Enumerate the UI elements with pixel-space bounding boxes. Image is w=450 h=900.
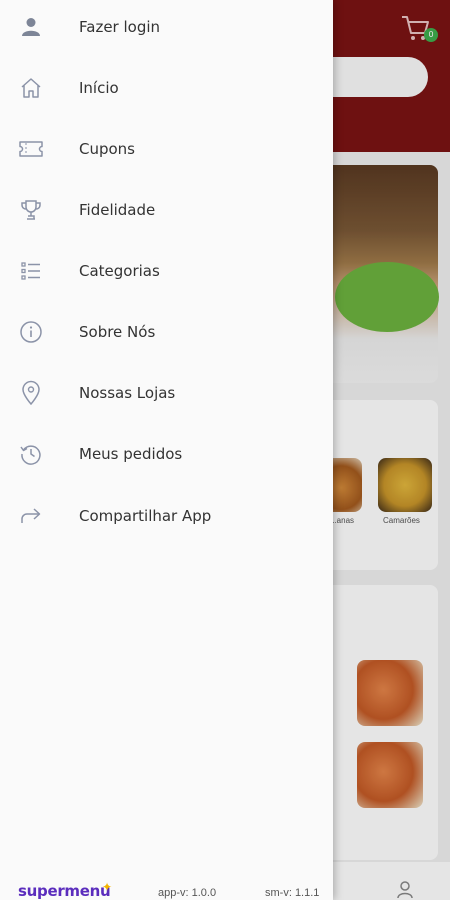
product-thumb[interactable]	[357, 660, 423, 726]
history-icon	[18, 441, 44, 467]
user-icon	[397, 881, 413, 899]
menu-item-login[interactable]: Fazer login	[0, 1, 333, 53]
menu-item-home[interactable]: Início	[0, 62, 333, 114]
location-pin-icon	[18, 380, 44, 406]
menu-item-label: Nossas Lojas	[79, 384, 176, 402]
brand-logo: supermenu	[18, 882, 111, 900]
menu-item-categories[interactable]: Categorias	[0, 245, 333, 297]
menu-item-label: Compartilhar App	[79, 507, 212, 525]
list-icon	[18, 258, 44, 284]
category-label: ...anas	[330, 516, 355, 525]
ticket-icon	[18, 136, 44, 162]
menu-item-label: Meus pedidos	[79, 445, 183, 463]
trophy-icon	[18, 197, 44, 223]
cart-badge: 0	[424, 28, 438, 42]
category-thumb[interactable]	[378, 458, 432, 512]
sm-version: sm-v: 1.1.1	[265, 887, 320, 899]
profile-tab[interactable]	[396, 880, 414, 899]
menu-item-label: Cupons	[79, 140, 136, 158]
brand-star-icon: ✦	[102, 880, 113, 894]
menu-item-loyalty[interactable]: Fidelidade	[0, 184, 333, 236]
drawer-footer: supermenu ✦ app-v: 1.0.0 sm-v: 1.1.1	[0, 876, 333, 900]
menu-item-label: Fazer login	[79, 18, 161, 36]
menu-item-label: Sobre Nós	[79, 323, 156, 341]
category-label: Camarões	[383, 516, 420, 525]
menu-item-share[interactable]: Compartilhar App	[0, 490, 333, 542]
product-thumb[interactable]	[357, 742, 423, 808]
menu-item-label: Categorias	[79, 262, 160, 280]
user-icon	[18, 14, 44, 40]
menu-item-coupons[interactable]: Cupons	[0, 123, 333, 175]
menu-item-label: Início	[79, 79, 119, 97]
navigation-drawer: Fazer login Início Cupons Fidelidade Cat…	[0, 0, 333, 900]
home-icon	[18, 75, 44, 101]
share-icon	[18, 503, 44, 529]
info-icon	[18, 319, 44, 345]
app-version: app-v: 1.0.0	[158, 887, 217, 899]
menu-item-about[interactable]: Sobre Nós	[0, 306, 333, 358]
menu-item-label: Fidelidade	[79, 201, 156, 219]
hero-lettuce-decor	[335, 262, 439, 332]
menu-item-orders[interactable]: Meus pedidos	[0, 428, 333, 480]
menu-item-stores[interactable]: Nossas Lojas	[0, 367, 333, 419]
cart-button[interactable]: 0	[400, 14, 438, 46]
